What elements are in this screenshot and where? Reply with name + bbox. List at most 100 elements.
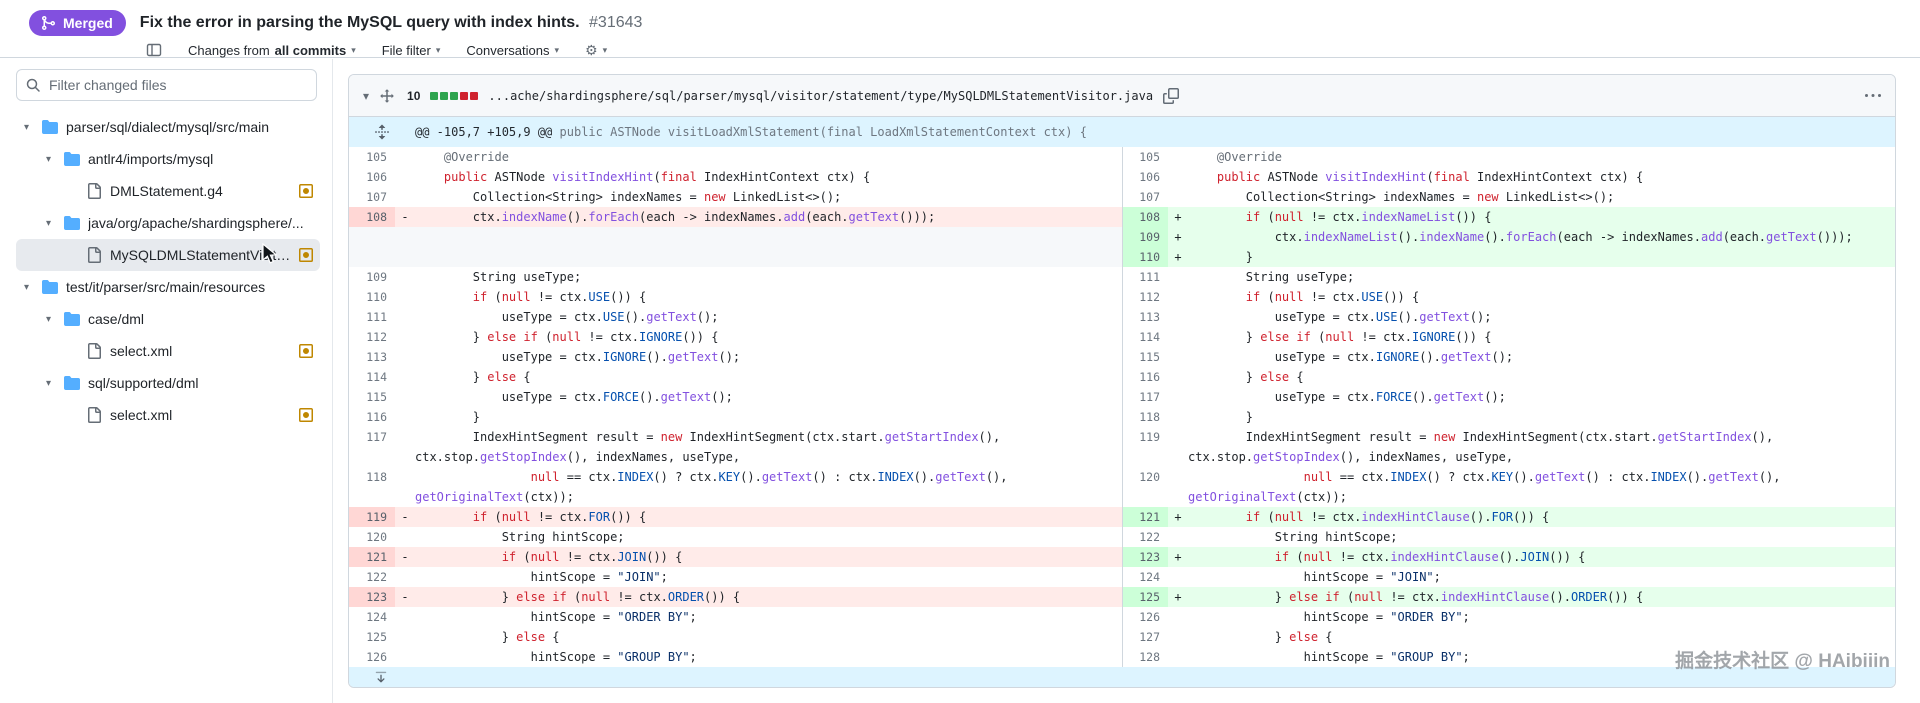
diff-sign	[1168, 607, 1188, 627]
conversations-dropdown[interactable]: Conversations ▾	[466, 43, 559, 58]
diff-sign	[395, 267, 415, 287]
diff-row: 105 @Override 105 @Override	[349, 147, 1895, 167]
tree-folder-antlr4-imports-mysql[interactable]: ▾ antlr4/imports/mysql	[16, 143, 320, 175]
old-line-number[interactable]: 116	[349, 407, 395, 427]
old-line-number[interactable]: 126	[349, 647, 395, 667]
new-line-number[interactable]: 112	[1121, 287, 1168, 307]
old-line-number[interactable]: 125	[349, 627, 395, 647]
collapse-file-chevron-icon[interactable]: ▾	[363, 89, 369, 103]
diff-row: 118 null == ctx.INDEX() ? ctx.KEY().getT…	[349, 467, 1895, 487]
chevron-down-icon[interactable]: ▾	[46, 378, 64, 389]
expand-down-icon[interactable]	[374, 670, 388, 684]
new-line-number[interactable]: 111	[1121, 267, 1168, 287]
tree-folder-parser-sql-dialect-mysql-src-main[interactable]: ▾ parser/sql/dialect/mysql/src/main	[16, 111, 320, 143]
chevron-down-icon[interactable]: ▾	[24, 122, 42, 133]
filter-changed-files-input[interactable]	[16, 69, 317, 101]
tree-item-label: parser/sql/dialect/mysql/src/main	[66, 119, 270, 135]
old-line-number[interactable]: 114	[349, 367, 395, 387]
chevron-down-icon[interactable]: ▾	[24, 282, 42, 293]
new-line-number[interactable]: 106	[1121, 167, 1168, 187]
diff-row: 107 Collection<String> indexNames = new …	[349, 187, 1895, 207]
copy-path-icon[interactable]	[1163, 87, 1180, 104]
new-line-number[interactable]	[1121, 487, 1168, 507]
tree-file-select.xml[interactable]: select.xml	[16, 399, 320, 431]
old-line-number[interactable]: 107	[349, 187, 395, 207]
new-line-number[interactable]: 122	[1121, 527, 1168, 547]
new-line-number[interactable]: 118	[1121, 407, 1168, 427]
new-line-number[interactable]: 113	[1121, 307, 1168, 327]
new-line-number[interactable]: 128	[1121, 647, 1168, 667]
diff-sign: +	[1168, 247, 1188, 267]
new-code-cell: Collection<String> indexNames = new Link…	[1188, 187, 1895, 207]
old-line-number[interactable]: 110	[349, 287, 395, 307]
new-line-number[interactable]: 124	[1121, 567, 1168, 587]
old-line-number[interactable]	[349, 447, 395, 467]
old-line-number[interactable]	[349, 487, 395, 507]
diff-sign: +	[1168, 227, 1188, 247]
old-line-number[interactable]: 124	[349, 607, 395, 627]
new-line-number[interactable]: 117	[1121, 387, 1168, 407]
old-line-number[interactable]: 105	[349, 147, 395, 167]
modified-icon	[292, 247, 314, 263]
expand-hunk-icon[interactable]	[374, 124, 390, 140]
pr-header: Merged Fix the error in parsing the MySQ…	[0, 0, 1920, 58]
file-tree-sidebar: ▾ parser/sql/dialect/mysql/src/main ▾ antlr…	[0, 59, 333, 703]
old-line-number[interactable]: 123	[349, 587, 395, 607]
new-line-number[interactable]: 120	[1121, 467, 1168, 487]
new-code-cell: } else if (null != ctx.IGNORE()) {	[1188, 327, 1895, 347]
diff-sign	[395, 407, 415, 427]
new-line-number[interactable]: 126	[1121, 607, 1168, 627]
kebab-menu-icon[interactable]	[1865, 88, 1881, 104]
move-icon[interactable]	[379, 88, 395, 104]
old-line-number[interactable]: 113	[349, 347, 395, 367]
old-line-number[interactable]: 109	[349, 267, 395, 287]
new-line-number[interactable]: 109	[1121, 227, 1168, 247]
pr-status-badge[interactable]: Merged	[29, 10, 126, 36]
old-line-number[interactable]: 111	[349, 307, 395, 327]
old-line-number[interactable]: 108	[349, 207, 395, 227]
new-line-number[interactable]: 125	[1121, 587, 1168, 607]
file-tree-toggle-icon[interactable]	[146, 42, 162, 58]
old-line-number[interactable]: 120	[349, 527, 395, 547]
tree-folder-test-it-parser-src-main-resources[interactable]: ▾ test/it/parser/src/main/resources	[16, 271, 320, 303]
old-line-number[interactable]: 121	[349, 547, 395, 567]
diffstat-square-del	[470, 91, 479, 100]
tree-folder-case-dml[interactable]: ▾ case/dml	[16, 303, 320, 335]
chevron-down-icon[interactable]: ▾	[46, 154, 64, 165]
new-line-number[interactable]: 114	[1121, 327, 1168, 347]
tree-file-dmlstatement.g4[interactable]: DMLStatement.g4	[16, 175, 320, 207]
file-filter-dropdown[interactable]: File filter ▾	[382, 43, 441, 58]
new-line-number[interactable]: 116	[1121, 367, 1168, 387]
new-line-number[interactable]: 121	[1121, 507, 1168, 527]
old-line-number[interactable]: 115	[349, 387, 395, 407]
new-line-number[interactable]	[1121, 447, 1168, 467]
folder-icon	[42, 120, 58, 134]
new-line-number[interactable]: 115	[1121, 347, 1168, 367]
chevron-down-icon[interactable]: ▾	[46, 314, 64, 325]
new-line-number[interactable]: 127	[1121, 627, 1168, 647]
old-line-number[interactable]: 117	[349, 427, 395, 447]
changes-from-dropdown[interactable]: Changes from all commits ▾	[188, 43, 356, 58]
new-line-number[interactable]: 119	[1121, 427, 1168, 447]
new-line-number[interactable]: 107	[1121, 187, 1168, 207]
old-line-number[interactable]: 122	[349, 567, 395, 587]
new-line-number[interactable]: 110	[1121, 247, 1168, 267]
tree-folder-sql-supported-dml[interactable]: ▾ sql/supported/dml	[16, 367, 320, 399]
old-line-number[interactable]	[349, 247, 395, 267]
old-line-number[interactable]: 106	[349, 167, 395, 187]
tree-folder-java-org-apache-shardingsphere-...[interactable]: ▾ java/org/apache/shardingsphere/...	[16, 207, 320, 239]
chevron-down-icon[interactable]: ▾	[46, 218, 64, 229]
new-line-number[interactable]: 108	[1121, 207, 1168, 227]
diff-settings-dropdown[interactable]: ⚙ ▾	[585, 43, 607, 57]
old-line-number[interactable]: 112	[349, 327, 395, 347]
old-line-number[interactable]: 118	[349, 467, 395, 487]
new-line-number[interactable]: 123	[1121, 547, 1168, 567]
diffstat-square-add	[450, 91, 459, 100]
old-line-number[interactable]: 119	[349, 507, 395, 527]
diff-sign	[1168, 167, 1188, 187]
diff-sign	[395, 327, 415, 347]
new-line-number[interactable]: 105	[1121, 147, 1168, 167]
tree-file-select.xml[interactable]: select.xml	[16, 335, 320, 367]
expand-down-row[interactable]	[349, 667, 1895, 687]
old-line-number[interactable]	[349, 227, 395, 247]
